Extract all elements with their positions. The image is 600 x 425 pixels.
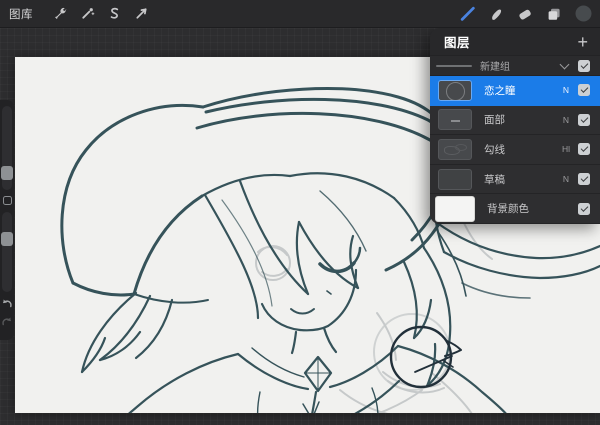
layers-icon[interactable] — [541, 3, 567, 25]
layer-visibility-checkbox[interactable] — [578, 114, 590, 126]
blend-mode-label[interactable]: N — [558, 85, 574, 95]
undo-icon[interactable] — [1, 298, 13, 310]
magic-wand-icon[interactable] — [74, 3, 100, 25]
chevron-down-icon[interactable] — [560, 59, 570, 69]
brush-sidebar — [0, 100, 14, 340]
blend-mode-label[interactable]: N — [558, 174, 574, 184]
gallery-button[interactable]: 图库 — [9, 6, 33, 22]
layers-panel: 图层 + 新建组 恋之瞳 N 面部 N 勾线 Hl 草稿 N — [430, 28, 600, 224]
layer-row-face[interactable]: 面部 N — [430, 106, 600, 136]
layers-panel-title: 图层 — [444, 32, 470, 51]
blend-mode-label[interactable]: Hl — [558, 144, 574, 154]
layer-name: 背景颜色 — [487, 201, 558, 216]
eraser-icon[interactable] — [512, 3, 538, 25]
color-swatch[interactable] — [570, 3, 596, 25]
smudge-icon[interactable] — [483, 3, 509, 25]
group-thumbnail-line — [436, 65, 472, 67]
layer-thumbnail — [438, 139, 472, 160]
layer-group-row[interactable]: 新建组 — [430, 55, 600, 76]
layer-row-lineart[interactable]: 勾线 Hl — [430, 135, 600, 165]
layer-row-background-color[interactable]: 背景颜色 — [430, 194, 600, 224]
layer-thumbnail — [438, 80, 472, 101]
group-name: 新建组 — [480, 58, 561, 73]
layer-row-eye-of-love[interactable]: 恋之瞳 N — [430, 76, 600, 106]
layer-name: 草稿 — [484, 172, 558, 187]
brush-icon[interactable] — [454, 3, 480, 25]
transform-arrow-icon[interactable] — [128, 3, 154, 25]
modify-button[interactable] — [3, 196, 12, 205]
layer-thumbnail — [435, 196, 475, 222]
add-layer-button[interactable]: + — [577, 35, 588, 49]
layer-visibility-checkbox[interactable] — [578, 203, 590, 215]
selection-icon[interactable] — [101, 3, 127, 25]
layer-row-draft[interactable]: 草稿 N — [430, 165, 600, 195]
group-visibility-checkbox[interactable] — [578, 60, 590, 72]
wrench-icon[interactable] — [47, 3, 73, 25]
layer-visibility-checkbox[interactable] — [578, 173, 590, 185]
opacity-slider[interactable] — [2, 212, 12, 292]
layer-name: 恋之瞳 — [484, 83, 558, 98]
opacity-handle[interactable] — [1, 232, 13, 246]
top-toolbar: 图库 — [0, 0, 600, 28]
layer-visibility-checkbox[interactable] — [578, 84, 590, 96]
redo-icon[interactable] — [1, 316, 13, 328]
layer-thumbnail — [438, 109, 472, 130]
layer-name: 面部 — [484, 112, 558, 127]
layer-visibility-checkbox[interactable] — [578, 143, 590, 155]
brush-size-handle[interactable] — [1, 166, 13, 180]
layer-name: 勾线 — [484, 142, 558, 157]
blend-mode-label[interactable]: N — [558, 115, 574, 125]
layer-thumbnail — [438, 169, 472, 190]
